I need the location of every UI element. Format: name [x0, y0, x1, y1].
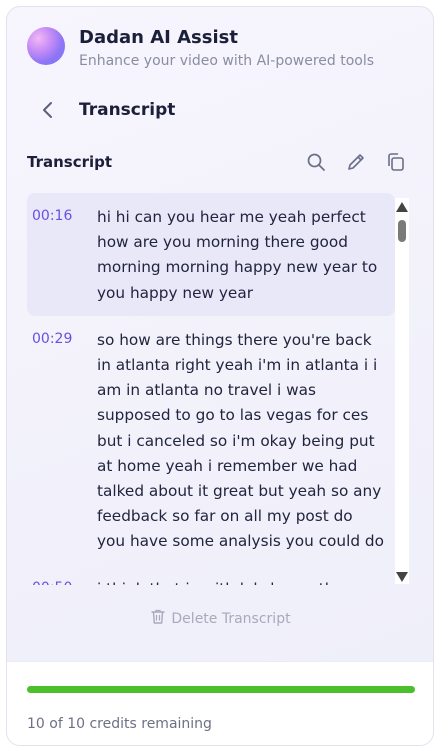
transcript-text: hi hi can you hear me yeah perfect how a… [97, 208, 378, 302]
timestamp-link[interactable]: 00:29 [32, 331, 72, 347]
credits-remaining-text: 10 of 10 credits remaining [27, 716, 212, 732]
timestamp-link[interactable]: 00:16 [32, 208, 72, 224]
credits-progress-track [27, 686, 415, 693]
panel-header: Dadan AI Assist Enhance your video with … [27, 27, 413, 71]
scroll-thumb[interactable] [398, 220, 406, 242]
transcript-entry[interactable]: 00:50 i think that is with lakshman the [27, 565, 395, 585]
transcript-text: i think that is with lakshman the [97, 577, 385, 585]
timestamp-link[interactable]: 00:50 [32, 580, 72, 585]
credits-footer: 10 of 10 credits remaining [7, 661, 433, 745]
transcript-entry[interactable]: 00:16 hi hi can you hear me yeah perfect … [27, 193, 395, 316]
section-title: Transcript [27, 153, 113, 171]
ai-assist-panel: Dadan AI Assist Enhance your video with … [6, 6, 434, 746]
scroll-down-arrow[interactable] [396, 572, 408, 582]
transcript-entry[interactable]: 00:29 so how are things there you're back… [27, 316, 395, 565]
delete-transcript-label: Delete Transcript [171, 610, 291, 627]
copy-icon[interactable] [385, 151, 407, 173]
credits-progress-fill [27, 686, 415, 693]
delete-row: Delete Transcript [7, 609, 433, 631]
delete-transcript-button[interactable]: Delete Transcript [151, 609, 291, 628]
chevron-left-icon[interactable] [37, 99, 59, 121]
transcript-scrollbar[interactable] [395, 198, 409, 584]
scroll-up-arrow[interactable] [396, 202, 408, 212]
app-title: Dadan AI Assist [79, 27, 238, 48]
transcript-text: so how are things there you're back in a… [97, 330, 384, 551]
page-title: Transcript [79, 100, 176, 120]
search-icon[interactable] [305, 151, 327, 173]
transcript-list[interactable]: 00:16 hi hi can you hear me yeah perfect … [27, 193, 395, 585]
trash-icon [151, 609, 166, 628]
app-logo [27, 27, 65, 65]
pencil-icon[interactable] [345, 151, 367, 173]
transcript-section-header: Transcript [27, 151, 415, 175]
app-subtitle: Enhance your video with AI-powered tools [79, 53, 375, 69]
